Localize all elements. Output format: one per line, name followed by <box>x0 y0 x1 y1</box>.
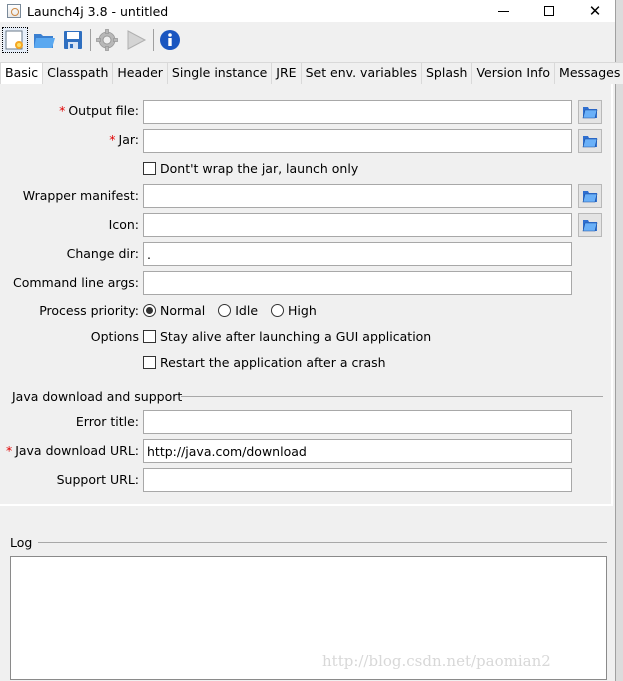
change-dir-input[interactable] <box>143 242 572 266</box>
output-file-label: * Output file: <box>59 103 139 118</box>
new-config-button[interactable] <box>2 27 28 53</box>
priority-normal-radio[interactable]: Normal <box>143 303 205 318</box>
priority-idle-radio[interactable]: Idle <box>218 303 258 318</box>
open-config-button[interactable] <box>31 27 57 53</box>
required-marker: * <box>5 443 13 458</box>
jar-input[interactable] <box>143 129 572 153</box>
output-file-browse-button[interactable] <box>578 100 602 124</box>
toolbar-separator <box>153 29 154 51</box>
checkbox-box[interactable] <box>143 356 156 369</box>
wrapper-manifest-browse-button[interactable] <box>578 184 602 208</box>
cmd-args-input[interactable] <box>143 271 572 295</box>
log-divider <box>38 542 607 543</box>
watermark-text: http://blog.csdn.net/paomian2 <box>322 652 551 670</box>
log-title: Log <box>10 535 33 550</box>
gear-icon <box>96 29 118 51</box>
stay-alive-checkbox[interactable]: Stay alive after launching a GUI applica… <box>143 329 431 344</box>
wrapper-manifest-label: Wrapper manifest: <box>22 188 139 203</box>
process-priority-label: Process priority: <box>39 303 139 318</box>
build-wrapper-button[interactable] <box>94 27 120 53</box>
tab-version-info[interactable]: Version Info <box>471 62 556 84</box>
folder-icon <box>582 107 598 119</box>
java-download-url-input[interactable] <box>143 439 572 463</box>
toolbar <box>0 24 615 56</box>
minimize-button[interactable] <box>480 0 526 22</box>
jar-label: * Jar: <box>109 132 139 147</box>
java-group-title: Java download and support <box>12 389 183 404</box>
required-marker: * <box>59 103 66 118</box>
change-dir-label: Change dir: <box>66 246 139 261</box>
radio-button[interactable] <box>143 304 156 317</box>
icon-label: Icon: <box>108 217 139 232</box>
play-icon <box>127 30 147 50</box>
maximize-button[interactable] <box>526 0 572 22</box>
window-edge <box>615 0 623 681</box>
output-file-input[interactable] <box>143 100 572 124</box>
required-marker: * <box>109 132 116 147</box>
restart-on-crash-checkbox[interactable]: Restart the application after a crash <box>143 355 386 370</box>
minimize-icon <box>497 10 509 12</box>
tab-jre[interactable]: JRE <box>271 62 302 84</box>
wrapper-manifest-input[interactable] <box>143 184 572 208</box>
support-url-label: Support URL: <box>56 472 139 487</box>
java-app-icon <box>7 4 21 18</box>
tab-set-env-variables[interactable]: Set env. variables <box>300 62 422 84</box>
maximize-icon <box>544 6 554 16</box>
toolbar-separator <box>90 29 91 51</box>
process-priority-group: Normal Idle High <box>143 303 330 318</box>
window-title: Launch4j 3.8 - untitled <box>27 3 169 19</box>
folder-open-icon <box>34 34 55 48</box>
tab-messages[interactable]: Messages <box>554 62 623 84</box>
jar-browse-button[interactable] <box>578 129 602 153</box>
tab-basic[interactable]: Basic <box>0 62 44 84</box>
close-icon: ✕ <box>588 1 602 20</box>
error-title-label: Error title: <box>75 414 139 429</box>
tab-header[interactable]: Header <box>112 62 168 84</box>
folder-icon <box>582 220 598 232</box>
dont-wrap-checkbox[interactable]: Dont't wrap the jar, launch only <box>143 161 358 176</box>
options-label: Options <box>90 329 139 344</box>
save-icon <box>64 31 82 49</box>
icon-input[interactable] <box>143 213 572 237</box>
cmd-args-label: Command line args: <box>13 275 139 290</box>
java-download-url-label: * Java download URL: <box>5 443 139 458</box>
tab-bar: Basic Classpath Header Single instance J… <box>0 62 623 84</box>
priority-high-radio[interactable]: High <box>271 303 317 318</box>
radio-button[interactable] <box>271 304 285 317</box>
save-config-button[interactable] <box>60 27 86 53</box>
new-file-icon <box>5 30 23 50</box>
tab-classpath[interactable]: Classpath <box>42 62 114 84</box>
checkbox-box[interactable] <box>143 162 156 175</box>
folder-icon <box>582 136 598 148</box>
close-button[interactable]: ✕ <box>572 0 618 22</box>
icon-browse-button[interactable] <box>578 213 602 237</box>
error-title-input[interactable] <box>143 410 572 434</box>
group-divider <box>181 396 603 397</box>
test-wrapper-button[interactable] <box>123 27 149 53</box>
tab-splash[interactable]: Splash <box>421 62 473 84</box>
radio-button[interactable] <box>218 304 232 317</box>
checkbox-box[interactable] <box>143 330 156 343</box>
info-icon <box>160 30 180 50</box>
folder-icon <box>582 191 598 203</box>
tab-single-instance[interactable]: Single instance <box>166 62 273 84</box>
support-url-input[interactable] <box>143 468 572 492</box>
about-button[interactable] <box>157 27 183 53</box>
